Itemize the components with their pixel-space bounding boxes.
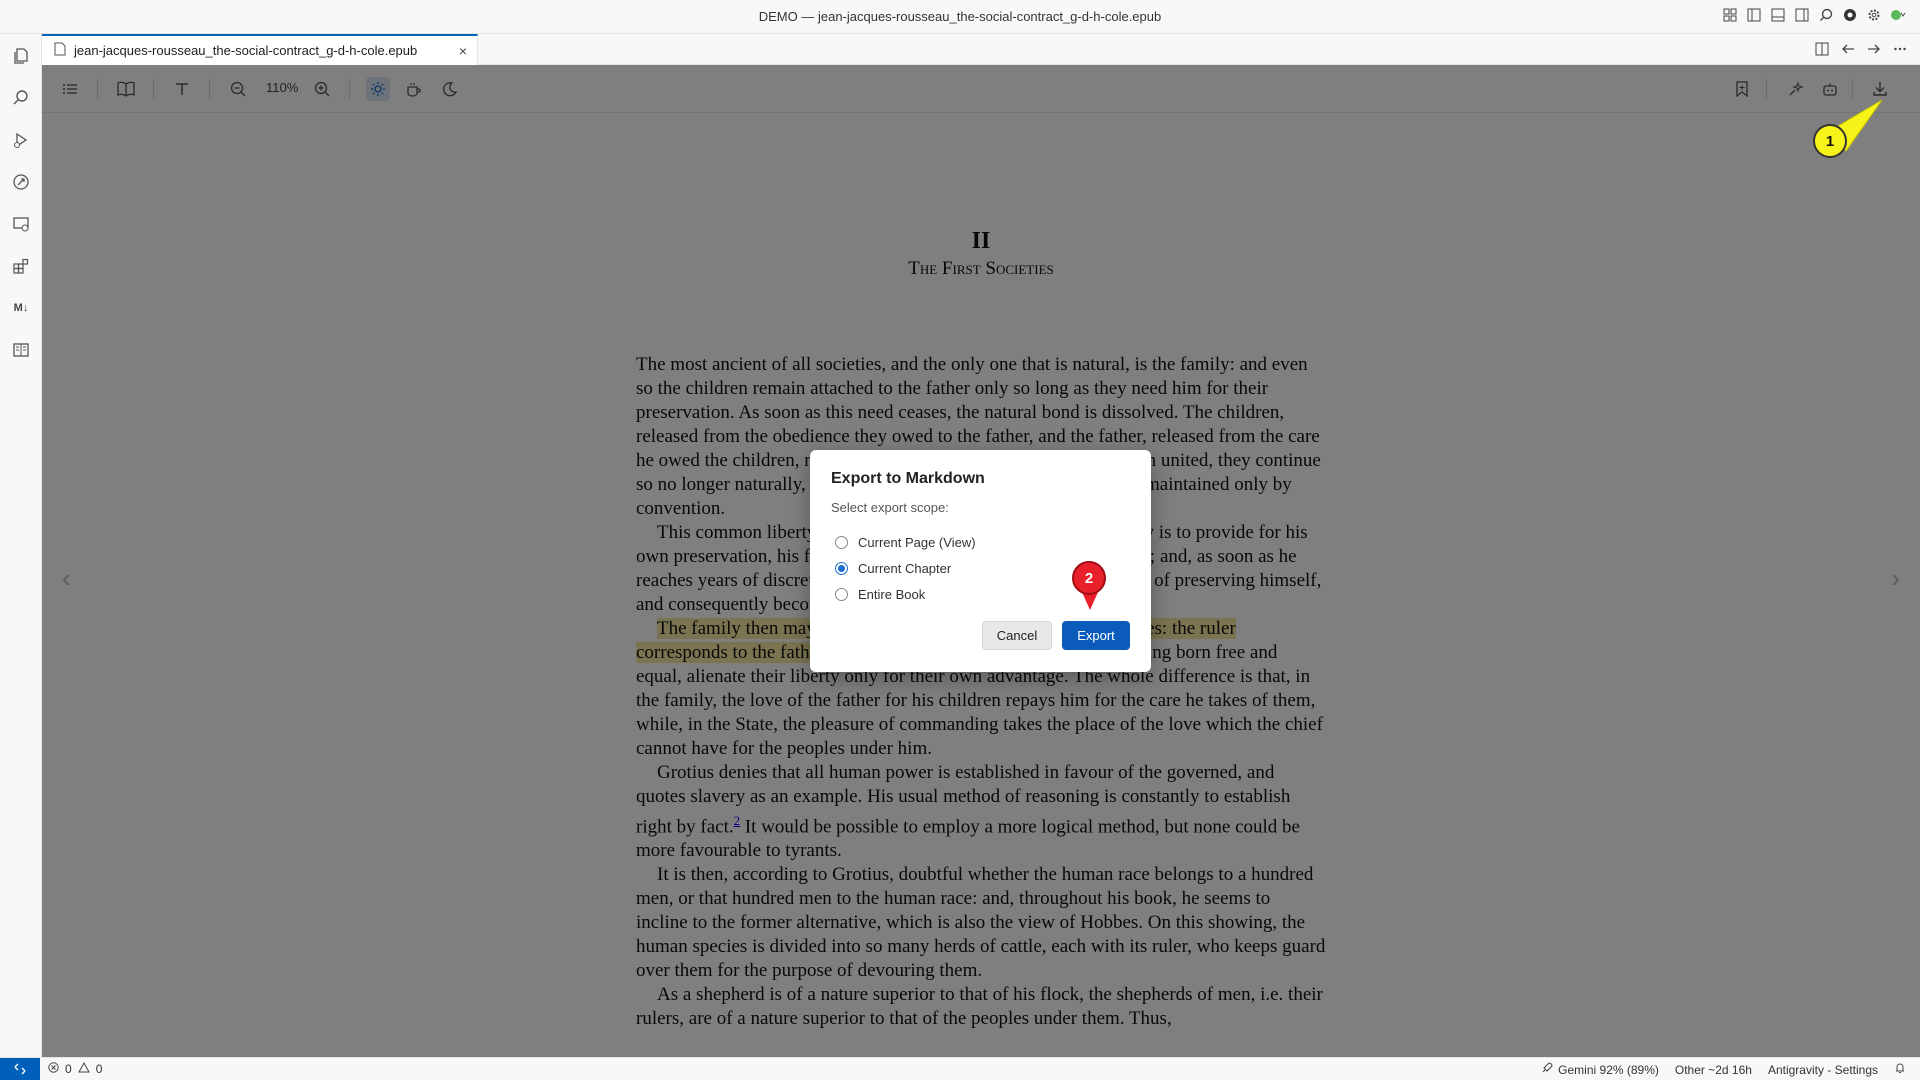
dialog-subtitle: Select export scope: [831,500,949,515]
run-debug-icon[interactable] [9,128,33,152]
error-count: 0 [65,1062,72,1076]
dialog-title: Export to Markdown [831,470,985,487]
editor-actions [1814,41,1908,57]
go-forward-icon[interactable] [1866,41,1882,57]
option-label: Entire Book [858,586,926,602]
gemini-label: Gemini 92% (89%) [1558,1062,1659,1077]
toggle-primary-sidebar-icon[interactable] [1746,7,1762,23]
other-quota[interactable]: Other ~2d 16h [1675,1063,1752,1077]
extensions-icon[interactable] [9,254,33,278]
remote-explorer-icon[interactable] [9,170,33,194]
dialog-buttons: Cancel Export [982,621,1130,650]
option-label: Current Page (View) [858,534,976,550]
problems-indicator[interactable]: 0 0 [48,1061,103,1076]
radio-current-chapter[interactable] [835,561,848,575]
activity-bar: M↓ [0,34,42,1057]
annotation-marker-2: 2 [1072,561,1106,595]
notifications-bell-icon[interactable] [1894,1062,1906,1077]
radio-current-page[interactable] [835,535,848,549]
radio-entire-book[interactable] [835,587,848,601]
remote-indicator[interactable] [0,1058,40,1080]
layout-customize-icon[interactable] [1722,7,1738,23]
titlebar-actions [1722,7,1906,23]
gear-icon[interactable] [1866,7,1882,23]
option-label: Current Chapter [858,560,952,576]
search-view-icon[interactable] [9,86,33,110]
more-actions-icon[interactable] [1892,41,1908,57]
tab-label: jean-jacques-rousseau_the-social-contrac… [74,43,418,58]
close-icon[interactable]: × [459,43,467,59]
chrome-icon[interactable] [1842,7,1858,23]
split-editor-icon[interactable] [1814,41,1830,57]
go-back-icon[interactable] [1840,41,1856,57]
explorer-icon[interactable] [9,44,33,68]
book-reader-icon[interactable] [9,338,33,362]
cancel-button[interactable]: Cancel [982,621,1052,650]
editor-tab-bar: jean-jacques-rousseau_the-social-contrac… [42,34,1920,65]
file-icon [54,42,66,59]
tab-epub-file[interactable]: jean-jacques-rousseau_the-social-contrac… [42,34,478,65]
annotation-marker-1: 1 [1813,124,1847,158]
warning-icon [77,1061,90,1076]
antigravity-settings[interactable]: Antigravity - Settings [1768,1063,1878,1077]
gemini-quota[interactable]: Gemini 92% (89%) [1541,1062,1659,1077]
error-icon [48,1062,59,1076]
warning-count: 0 [95,1062,103,1076]
export-button[interactable]: Export [1062,621,1130,650]
window-title: DEMO — jean-jacques-rousseau_the-social-… [758,9,1162,24]
window-titlebar: DEMO — jean-jacques-rousseau_the-social-… [0,0,1920,34]
toggle-panel-icon[interactable] [1770,7,1786,23]
status-right-items: Gemini 92% (89%) Other ~2d 16h Antigravi… [1541,1062,1906,1077]
account-icon[interactable] [1890,7,1906,23]
search-icon[interactable] [1818,7,1834,23]
markdown-icon[interactable]: M↓ [9,296,33,320]
rocket-icon [1541,1062,1553,1077]
scope-option-current-page[interactable]: Current Page (View) [831,529,1130,555]
remote-window-icon[interactable] [9,212,33,236]
status-bar: 0 0 Gemini 92% (89%) Other ~2d 16h Antig… [0,1057,1920,1080]
toggle-secondary-sidebar-icon[interactable] [1794,7,1810,23]
remote-icon [14,1063,26,1075]
export-markdown-dialog: Export to Markdown Select export scope: … [810,450,1151,672]
